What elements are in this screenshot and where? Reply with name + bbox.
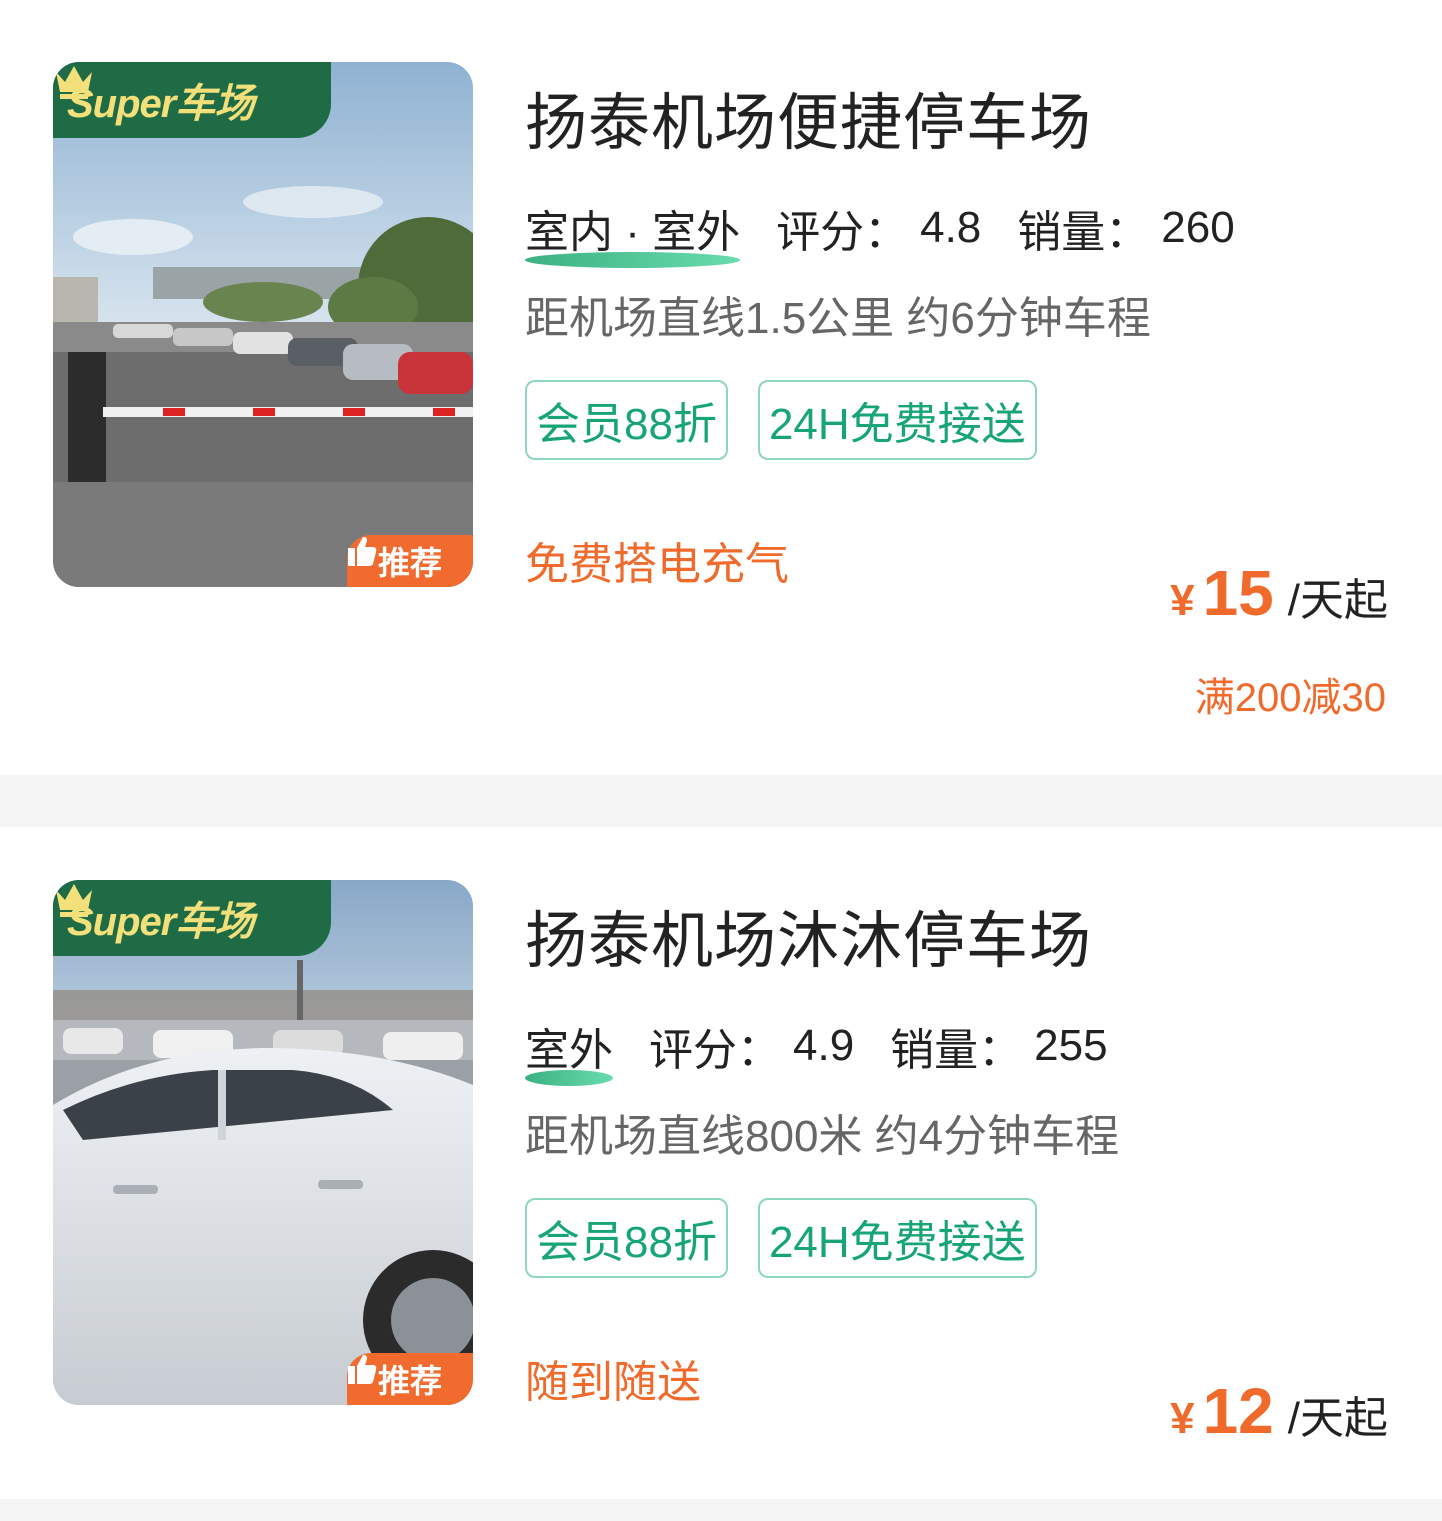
feature-tags: 会员88折 24H免费接送 [525, 380, 1037, 460]
super-parking-badge: Super车场 [53, 62, 331, 138]
feature-tags: 会员88折 24H免费接送 [525, 1198, 1037, 1278]
parking-type: 室内 · 室外 [525, 196, 741, 268]
parking-listing-card[interactable]: Super车场 推荐 扬泰机场沐沐停车场 室外 评分： 4.9 销量： 255 … [0, 827, 1442, 1499]
tag-free-shuttle: 24H免费接送 [757, 380, 1037, 460]
parking-type-label: 室内 · 室外 [525, 208, 741, 257]
sales-value: 260 [1161, 203, 1235, 252]
price: ¥ 12 /天起 [1170, 1374, 1388, 1448]
distance-info: 距机场直线1.5公里 约6分钟车程 [525, 294, 1151, 343]
rating-value: 4.8 [920, 203, 982, 252]
price-value: 15 [1202, 557, 1274, 629]
parking-lot-photo[interactable]: Super车场 推荐 [53, 62, 473, 587]
parking-lot-photo[interactable]: Super车场 推荐 [53, 880, 473, 1405]
parking-meta-row: 室内 · 室外 评分： 4.8 销量： 260 [525, 196, 1271, 268]
sales-label: 销量： [890, 1026, 1023, 1075]
rating-label: 评分： [776, 208, 909, 257]
price: ¥ 15 /天起 [1170, 556, 1388, 630]
recommend-label: 推荐 [377, 545, 442, 581]
price-value: 12 [1202, 1375, 1274, 1447]
parking-type-label: 室外 [525, 1026, 613, 1075]
service-perk: 免费搭电充气 [525, 540, 789, 589]
price-unit: /天起 [1287, 1394, 1388, 1443]
service-perk: 随到随送 [525, 1358, 701, 1407]
recommend-badge: 推荐 [347, 535, 473, 587]
recommend-badge: 推荐 [347, 1353, 473, 1405]
thumbs-up-icon [348, 536, 377, 566]
discount-info: 满200减30 [1194, 676, 1386, 720]
parking-name[interactable]: 扬泰机场沐沐停车场 [525, 890, 1092, 980]
parking-listing-card[interactable]: Super车场 推荐 扬泰机场便捷停车场 室内 · 室外 评分： 4.8 销量：… [0, 0, 1442, 775]
parking-name[interactable]: 扬泰机场便捷停车场 [525, 72, 1092, 162]
rating-value: 4.9 [793, 1021, 855, 1070]
currency-symbol: ¥ [1170, 576, 1195, 625]
parking-meta-row: 室外 评分： 4.9 销量： 255 [525, 1014, 1144, 1086]
tag-member-discount: 会员88折 [525, 380, 728, 460]
parking-lot-image [53, 62, 473, 587]
parking-type: 室外 [525, 1014, 613, 1086]
price-unit: /天起 [1287, 576, 1388, 625]
tag-free-shuttle: 24H免费接送 [757, 1198, 1037, 1278]
recommend-label: 推荐 [377, 1363, 442, 1399]
crown-icon [56, 884, 92, 917]
thumbs-up-icon [348, 1354, 377, 1384]
distance-info: 距机场直线800米 约4分钟车程 [525, 1112, 1120, 1161]
parking-lot-image [53, 880, 473, 1405]
super-parking-badge: Super车场 [53, 880, 331, 956]
tag-member-discount: 会员88折 [525, 1198, 728, 1278]
rating-label: 评分： [649, 1026, 781, 1075]
currency-symbol: ¥ [1170, 1394, 1195, 1443]
crown-icon [56, 66, 92, 99]
sales-label: 销量： [1017, 208, 1150, 257]
sales-value: 255 [1034, 1021, 1108, 1070]
